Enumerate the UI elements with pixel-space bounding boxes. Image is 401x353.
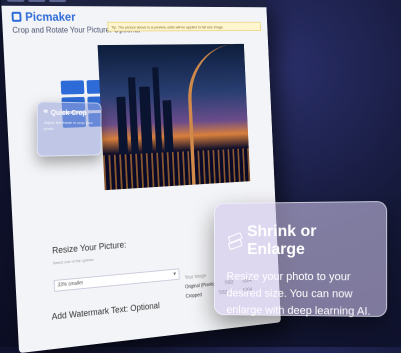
quick-crop-card: ⌗ Quick Crop Adjust the frame to crop yo… (36, 101, 102, 157)
crop-icon: ⌗ (43, 108, 48, 116)
skyline-building (139, 86, 153, 154)
row-label: Original (Pixels) (185, 281, 216, 291)
resize-select[interactable]: 33% smaller ▾ (53, 268, 180, 292)
card-title-text: Shrink or Enlarge (247, 222, 317, 259)
row-label: Cropped (185, 292, 203, 300)
shrink-enlarge-card: Shrink or Enlarge Resize your photo to y… (214, 200, 388, 318)
photo-preview[interactable] (97, 43, 251, 191)
toolbar-item[interactable] (48, 0, 67, 3)
table-header-label: Your Image (184, 273, 207, 281)
skyline-building (162, 100, 174, 153)
bridge-arch (185, 43, 251, 185)
skyline-building (127, 77, 139, 155)
watermark-section-title: Add Watermark Text: Optional (51, 300, 160, 322)
notice-banner: Tip: The picture above is a preview, edi… (107, 21, 262, 32)
skyline-building (116, 96, 129, 155)
resize-section-subtitle: Select one of the options (52, 256, 94, 266)
app-logo[interactable]: Picmaker (25, 10, 76, 24)
ratio-tile[interactable] (60, 80, 84, 95)
chevron-down-icon: ▾ (173, 271, 177, 278)
card-body: Resize your photo to your desired size. … (226, 270, 371, 318)
resize-select-value: 33% smaller (57, 280, 84, 289)
skyline-building (152, 67, 163, 153)
toolbar-item[interactable] (6, 0, 25, 2)
card-title-text: Quick Crop (50, 109, 87, 117)
card-body: Adjust the frame to crop your photo (43, 119, 93, 132)
card-title: ⌗ Quick Crop (44, 109, 95, 118)
layers-icon (227, 232, 243, 251)
card-title: Shrink or Enlarge (227, 222, 374, 259)
toolbar-item[interactable] (28, 0, 46, 3)
logo-icon (11, 11, 22, 22)
resize-section-title: Resize Your Picture: (51, 239, 127, 256)
